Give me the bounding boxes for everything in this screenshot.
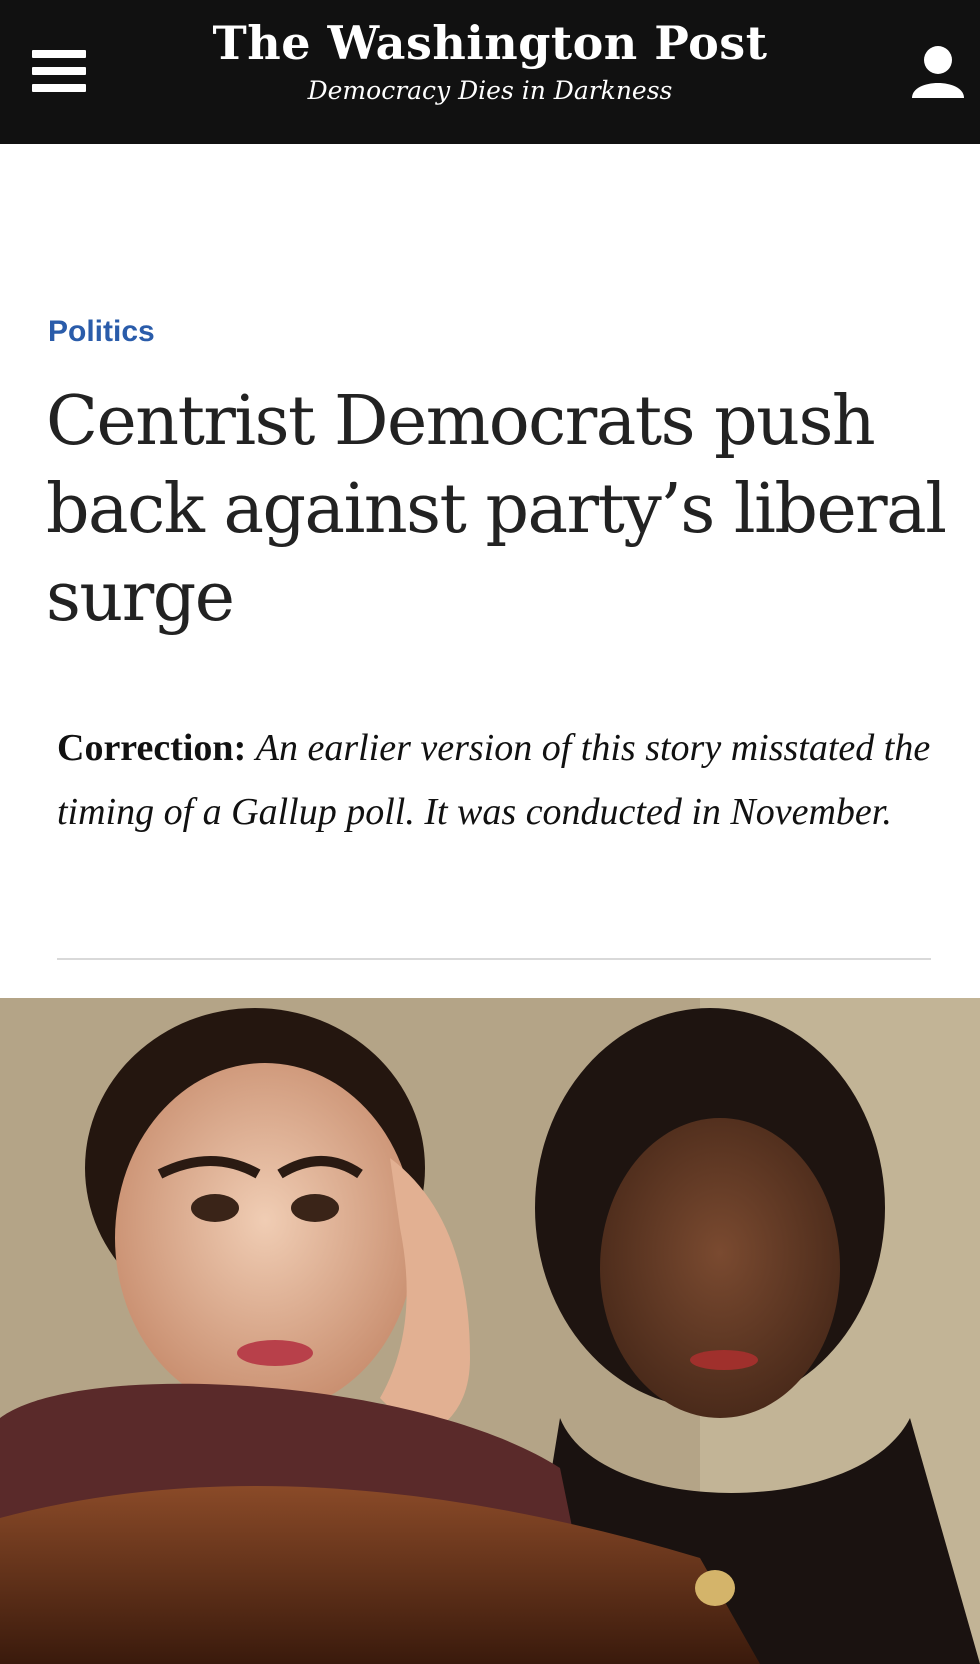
article-headline: Centrist Democrats push back against par…: [46, 382, 947, 637]
divider: [57, 958, 931, 960]
lead-photo[interactable]: [0, 998, 980, 1664]
site-header: The Washington Post Democracy Dies in Da…: [0, 0, 980, 144]
user-icon-graphic: [912, 46, 964, 98]
site-logo[interactable]: The Washington Post: [0, 12, 980, 74]
section-link[interactable]: Politics: [48, 315, 155, 349]
site-tagline: Democracy Dies in Darkness: [307, 76, 673, 105]
masthead[interactable]: The Washington Post Democracy Dies in Da…: [0, 12, 980, 106]
user-icon[interactable]: [908, 40, 968, 102]
correction-label: Correction:: [57, 727, 247, 769]
lead-photo-image: [0, 998, 980, 1664]
correction-note: Correction: An earlier version of this s…: [57, 716, 937, 844]
